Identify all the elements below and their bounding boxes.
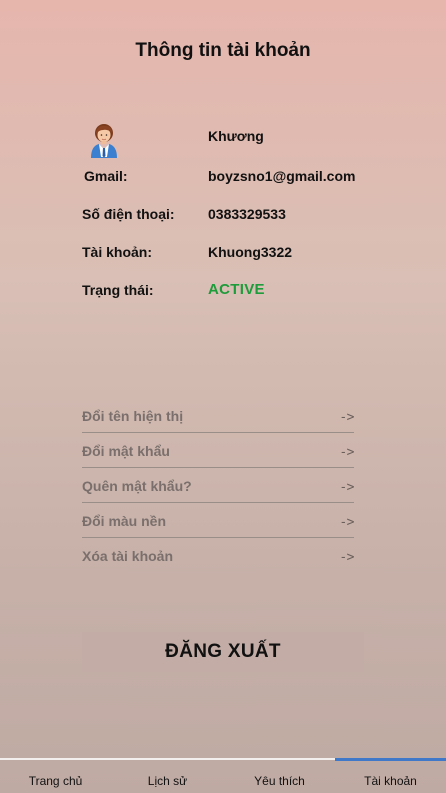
profile-row-account: Tài khoản: Khuong3322: [0, 244, 446, 266]
arrow-right-icon: ->: [339, 445, 354, 460]
gmail-label: Gmail:: [84, 168, 128, 184]
tab-home[interactable]: Trang chủ: [0, 774, 111, 788]
active-tab-indicator: [335, 758, 446, 761]
change-background-color-item[interactable]: Đổi màu nền ->: [82, 503, 354, 538]
profile-row-gmail: Gmail: boyzsno1@gmail.com: [0, 168, 446, 190]
user-avatar-icon: [91, 124, 117, 158]
profile-name: Khương: [208, 128, 264, 144]
page-title: Thông tin tài khoản: [135, 40, 311, 61]
arrow-right-icon: ->: [339, 480, 354, 495]
arrow-right-icon: ->: [339, 515, 354, 530]
profile-row-status: Trạng thái: ACTIVE: [0, 281, 446, 304]
settings-list: Đổi tên hiện thị -> Đổi mật khẩu -> Quên…: [82, 398, 354, 572]
settings-item-label: Xóa tài khoản: [82, 548, 174, 564]
phone-value: 0383329533: [208, 206, 286, 222]
forgot-password-item[interactable]: Quên mật khẩu? ->: [82, 468, 354, 503]
profile-row-phone: Số điện thoại: 0383329533: [0, 206, 446, 228]
settings-item-label: Đổi mật khẩu: [82, 443, 170, 459]
phone-label: Số điện thoại:: [82, 206, 175, 222]
tab-account[interactable]: Tài khoản: [335, 774, 446, 788]
status-label: Trạng thái:: [82, 282, 154, 298]
arrow-right-icon: ->: [339, 410, 354, 425]
logout-button[interactable]: ĐĂNG XUẤT: [82, 632, 364, 672]
tab-favorites[interactable]: Yêu thích: [224, 774, 335, 788]
account-label: Tài khoản:: [82, 244, 153, 260]
arrow-right-icon: ->: [339, 550, 354, 565]
delete-account-item[interactable]: Xóa tài khoản ->: [82, 538, 354, 572]
bottom-nav: Trang chủ Lịch sử Yêu thích Tài khoản: [0, 758, 446, 793]
gmail-value: boyzsno1@gmail.com: [208, 168, 356, 184]
change-display-name-item[interactable]: Đổi tên hiện thị ->: [82, 398, 354, 433]
change-password-item[interactable]: Đổi mật khẩu ->: [82, 433, 354, 468]
settings-item-label: Đổi tên hiện thị: [82, 408, 184, 424]
status-badge: ACTIVE: [208, 281, 265, 298]
account-value: Khuong3322: [208, 244, 293, 260]
settings-item-label: Đổi màu nền: [82, 513, 167, 529]
tab-history[interactable]: Lịch sử: [112, 774, 223, 788]
settings-item-label: Quên mật khẩu?: [82, 478, 192, 494]
